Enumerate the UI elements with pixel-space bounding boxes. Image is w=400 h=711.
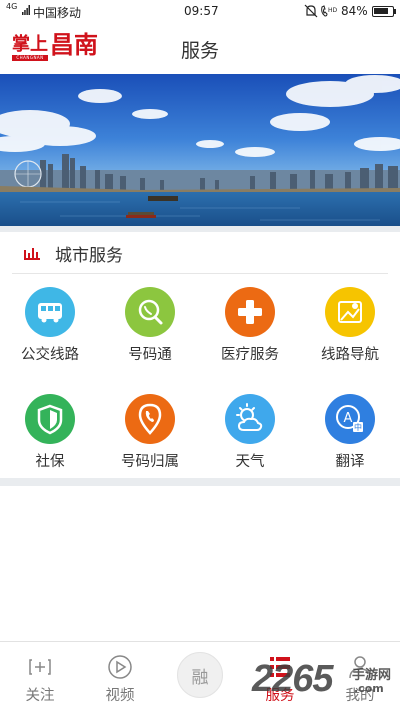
phone-search-icon (125, 287, 175, 337)
tab-video[interactable]: 视频 (80, 642, 160, 711)
network-type: 4G (6, 2, 18, 11)
service-phone-lookup[interactable]: 号码通 (100, 287, 200, 377)
battery-percent: 84% (341, 4, 368, 18)
service-label: 天气 (235, 454, 265, 470)
status-bar: 4G 中国移动 09:57 HD 84% (0, 0, 400, 24)
banner-landscape (0, 74, 400, 226)
carrier-name: 中国移动 (33, 6, 82, 20)
video-icon (108, 655, 132, 679)
phone-location-icon (125, 394, 175, 444)
service-label: 公交线路 (21, 347, 79, 363)
service-label: 号码通 (128, 347, 172, 363)
watermark-site: 手游网 (352, 668, 392, 683)
svg-text:中: 中 (354, 422, 362, 432)
tab-follow[interactable]: 关注 (0, 642, 80, 711)
map-navigation-icon (325, 287, 375, 337)
silent-hd-icons: HD (304, 4, 338, 18)
medical-cross-icon (225, 287, 275, 337)
app-header: 掌上 昌南 CHANGNAN 服务 (0, 24, 400, 74)
svg-text:A: A (344, 411, 353, 426)
service-label: 医疗服务 (221, 347, 279, 363)
bar-chart-icon (24, 248, 40, 260)
service-label: 翻译 (335, 454, 365, 470)
service-route-navigation[interactable]: 线路导航 (300, 287, 400, 377)
service-label: 社保 (35, 454, 65, 470)
follow-icon (29, 659, 51, 675)
section-title: 城市服务 (55, 246, 123, 266)
content-divider (0, 478, 400, 486)
service-social-security[interactable]: 社保 (0, 394, 100, 484)
weather-icon (225, 394, 275, 444)
svg-text:HD: HD (328, 7, 338, 14)
clock: 09:57 (184, 4, 219, 18)
battery-tip (394, 9, 396, 14)
signal-icon (22, 5, 30, 15)
shield-icon (25, 394, 75, 444)
service-translate[interactable]: A 中 翻译 (300, 394, 400, 484)
page-title: 服务 (180, 40, 219, 62)
service-medical[interactable]: 医疗服务 (200, 287, 300, 377)
service-bus-routes[interactable]: 公交线路 (0, 287, 100, 377)
center-button-label: 融 (191, 668, 209, 688)
bus-icon (25, 287, 75, 337)
service-weather[interactable]: 天气 (200, 394, 300, 484)
battery-icon (372, 6, 394, 17)
translate-icon: A 中 (325, 394, 375, 444)
city-services-header: 城市服务 (12, 232, 388, 274)
service-label: 线路导航 (321, 347, 379, 363)
site-watermark: 2265 手游网 .com (252, 656, 400, 704)
city-banner-image[interactable] (0, 74, 400, 226)
tab-label: 视频 (105, 688, 135, 704)
watermark-suffix: .com (354, 682, 384, 695)
tab-center-rong[interactable]: 融 (160, 642, 240, 711)
tab-label: 关注 (25, 688, 55, 704)
service-label: 号码归属 (121, 454, 179, 470)
service-number-location[interactable]: 号码归属 (100, 394, 200, 484)
watermark-digits: 2265 (252, 658, 334, 700)
